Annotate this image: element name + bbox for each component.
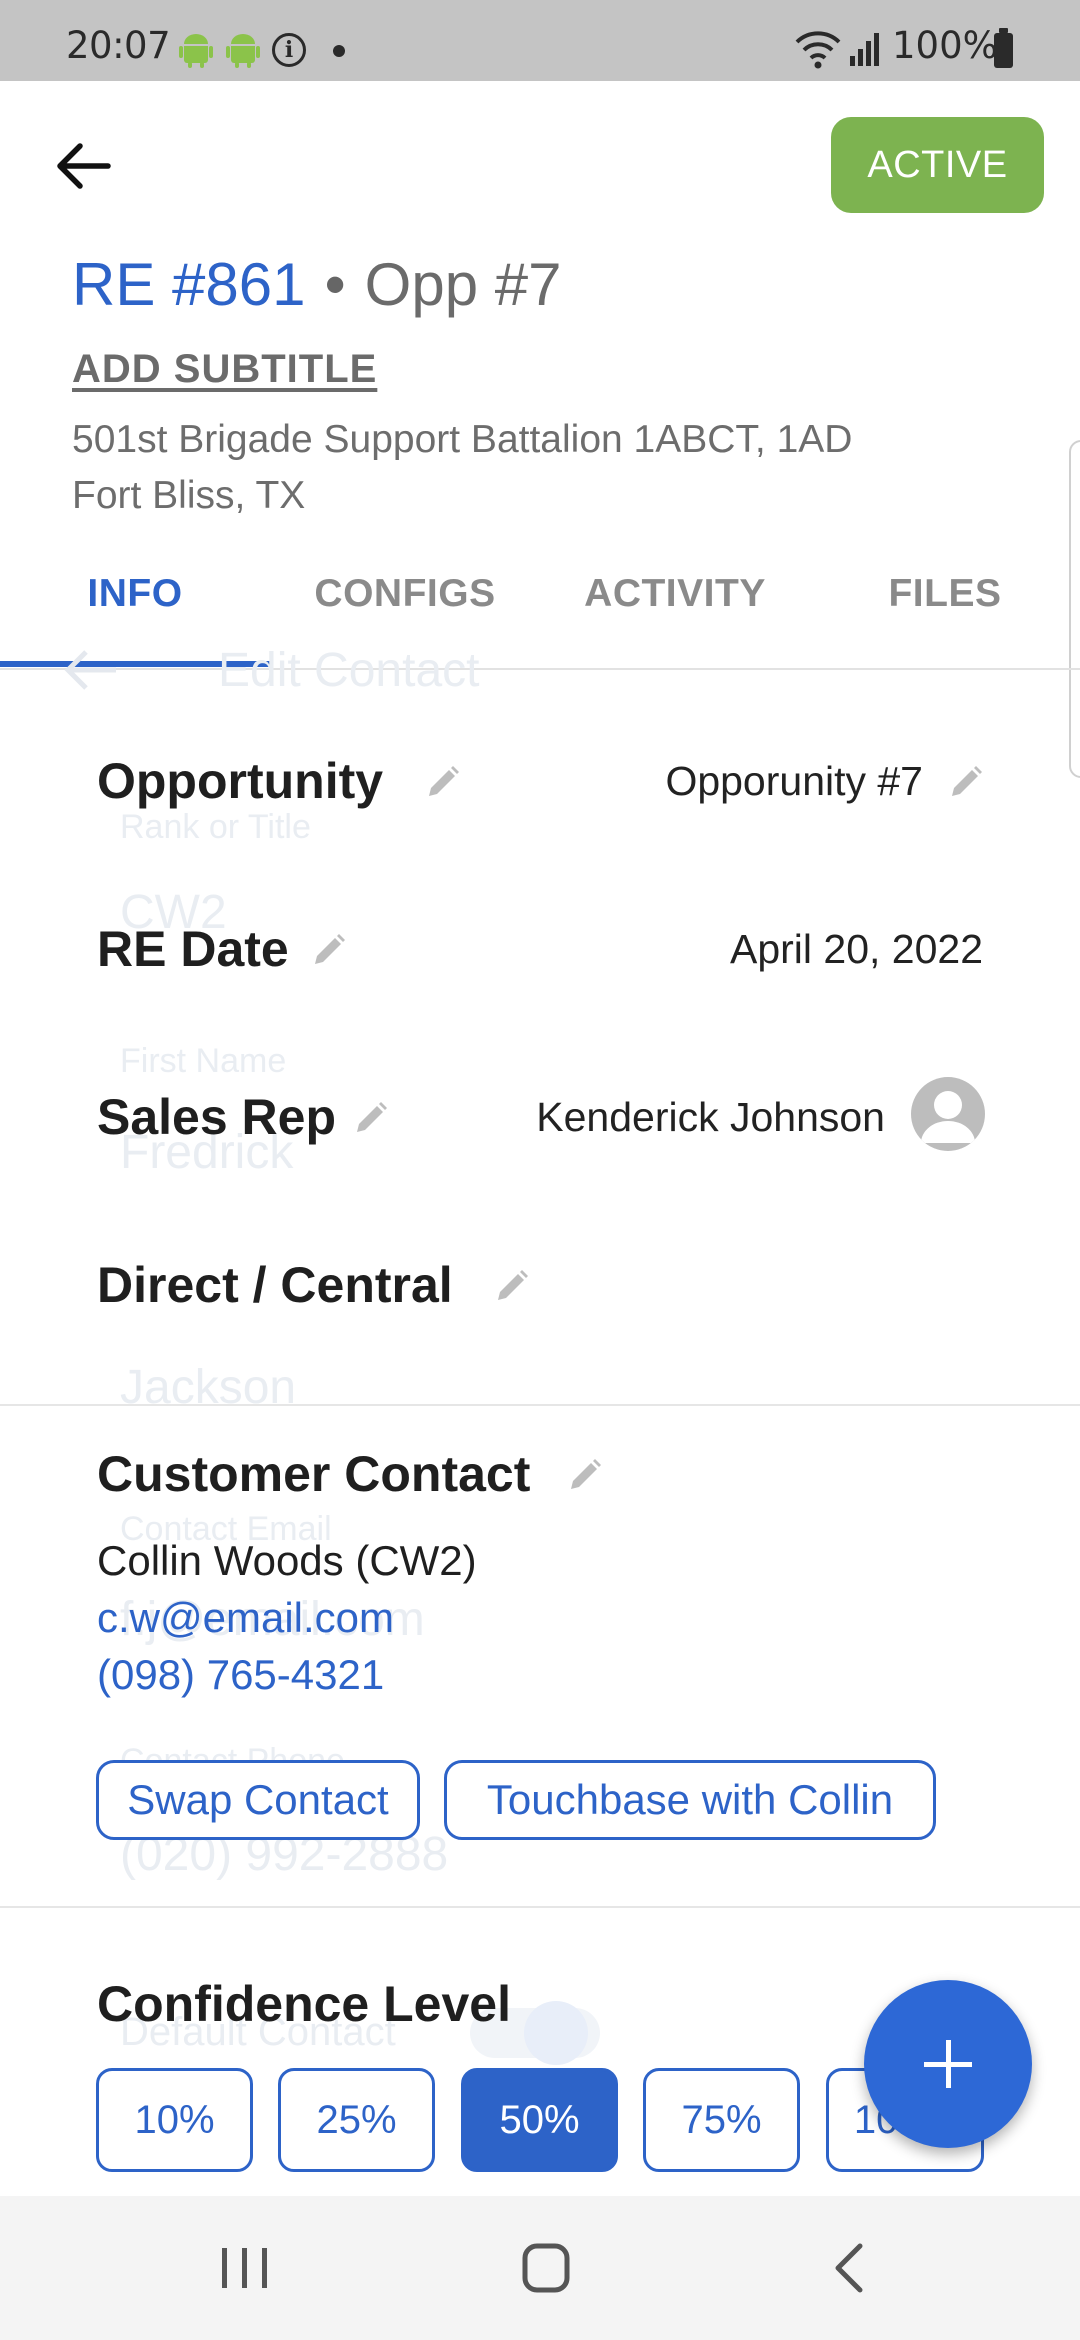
android-icon <box>226 34 260 68</box>
avatar <box>911 1077 985 1151</box>
edit-pencil-icon[interactable] <box>353 1100 389 1136</box>
tab-configs[interactable]: CONFIGS <box>270 572 540 616</box>
battery-icon <box>994 28 1013 68</box>
confidence-level-label: Confidence Level <box>97 1976 511 2032</box>
status-bar: 20:07 i 100% <box>0 0 1080 81</box>
contact-email-link[interactable]: c.w@email.com <box>97 1594 394 1642</box>
unit-location: Fort Bliss, TX <box>72 474 306 517</box>
confidence-option-50[interactable]: 50% <box>461 2068 618 2172</box>
direct-central-label: Direct / Central <box>97 1257 453 1313</box>
page-title: RE #861 • Opp #7 <box>72 250 562 320</box>
android-icon <box>179 34 213 68</box>
plus-icon <box>946 2040 951 2088</box>
recent-apps-icon[interactable] <box>184 2196 304 2340</box>
ghost-rank-label: Rank or Title <box>120 808 311 846</box>
opportunity-value: Opporunity #7 <box>665 758 923 804</box>
swap-contact-button[interactable]: Swap Contact <box>96 1760 420 1840</box>
tab-files[interactable]: FILES <box>810 572 1080 616</box>
edit-pencil-icon[interactable] <box>948 764 984 800</box>
edit-pencil-icon[interactable] <box>567 1457 603 1493</box>
tab-activity[interactable]: ACTIVITY <box>540 572 810 616</box>
tab-bar: INFO CONFIGS ACTIVITY FILES <box>0 540 1080 670</box>
contact-phone-link[interactable]: (098) 765-4321 <box>97 1651 384 1699</box>
wifi-icon <box>795 31 841 69</box>
opportunity-label: Opportunity <box>97 753 384 809</box>
ghost-last-name-value: Jackson <box>120 1361 297 1414</box>
tab-info[interactable]: INFO <box>0 572 270 616</box>
confidence-option-25[interactable]: 25% <box>278 2068 435 2172</box>
section-divider <box>0 1404 1080 1406</box>
unit-name: 501st Brigade Support Battalion 1ABCT, 1… <box>72 418 853 461</box>
home-icon[interactable] <box>486 2196 606 2340</box>
title-separator: • <box>324 251 346 318</box>
back-icon[interactable] <box>790 2196 910 2340</box>
sales-rep-label: Sales Rep <box>97 1089 337 1145</box>
system-nav-bar <box>0 2196 1080 2340</box>
opp-number: Opp #7 <box>364 251 562 318</box>
confidence-option-75[interactable]: 75% <box>643 2068 800 2172</box>
confidence-option-10[interactable]: 10% <box>96 2068 253 2172</box>
contact-name: Collin Woods (CW2) <box>97 1537 477 1584</box>
sales-rep-value: Kenderick Johnson <box>536 1094 885 1140</box>
touchbase-button[interactable]: Touchbase with Collin <box>444 1760 936 1840</box>
section-divider <box>0 1906 1080 1908</box>
edit-pencil-icon[interactable] <box>311 932 347 968</box>
edit-pencil-icon[interactable] <box>425 764 461 800</box>
add-subtitle-link[interactable]: ADD SUBTITLE <box>72 347 377 392</box>
arrow-left-icon[interactable] <box>50 132 118 200</box>
ghost-back-icon <box>64 650 116 690</box>
re-date-value: April 20, 2022 <box>729 926 983 972</box>
re-number: RE #861 <box>72 251 306 318</box>
status-time: 20:07 <box>66 24 171 67</box>
notification-dot-icon <box>333 45 345 57</box>
ghost-first-name-label: First Name <box>120 1042 287 1080</box>
edit-pencil-icon[interactable] <box>494 1268 530 1304</box>
info-icon: i <box>272 33 306 67</box>
signal-icon <box>850 33 879 66</box>
person-icon <box>921 1091 975 1143</box>
status-badge[interactable]: ACTIVE <box>831 117 1044 213</box>
re-date-label: RE Date <box>97 921 289 977</box>
ghost-title: Edit Contact <box>218 644 480 697</box>
customer-contact-label: Customer Contact <box>97 1446 531 1502</box>
battery-percent: 100% <box>892 24 998 67</box>
ghost-default-toggle-knob <box>524 2001 588 2065</box>
